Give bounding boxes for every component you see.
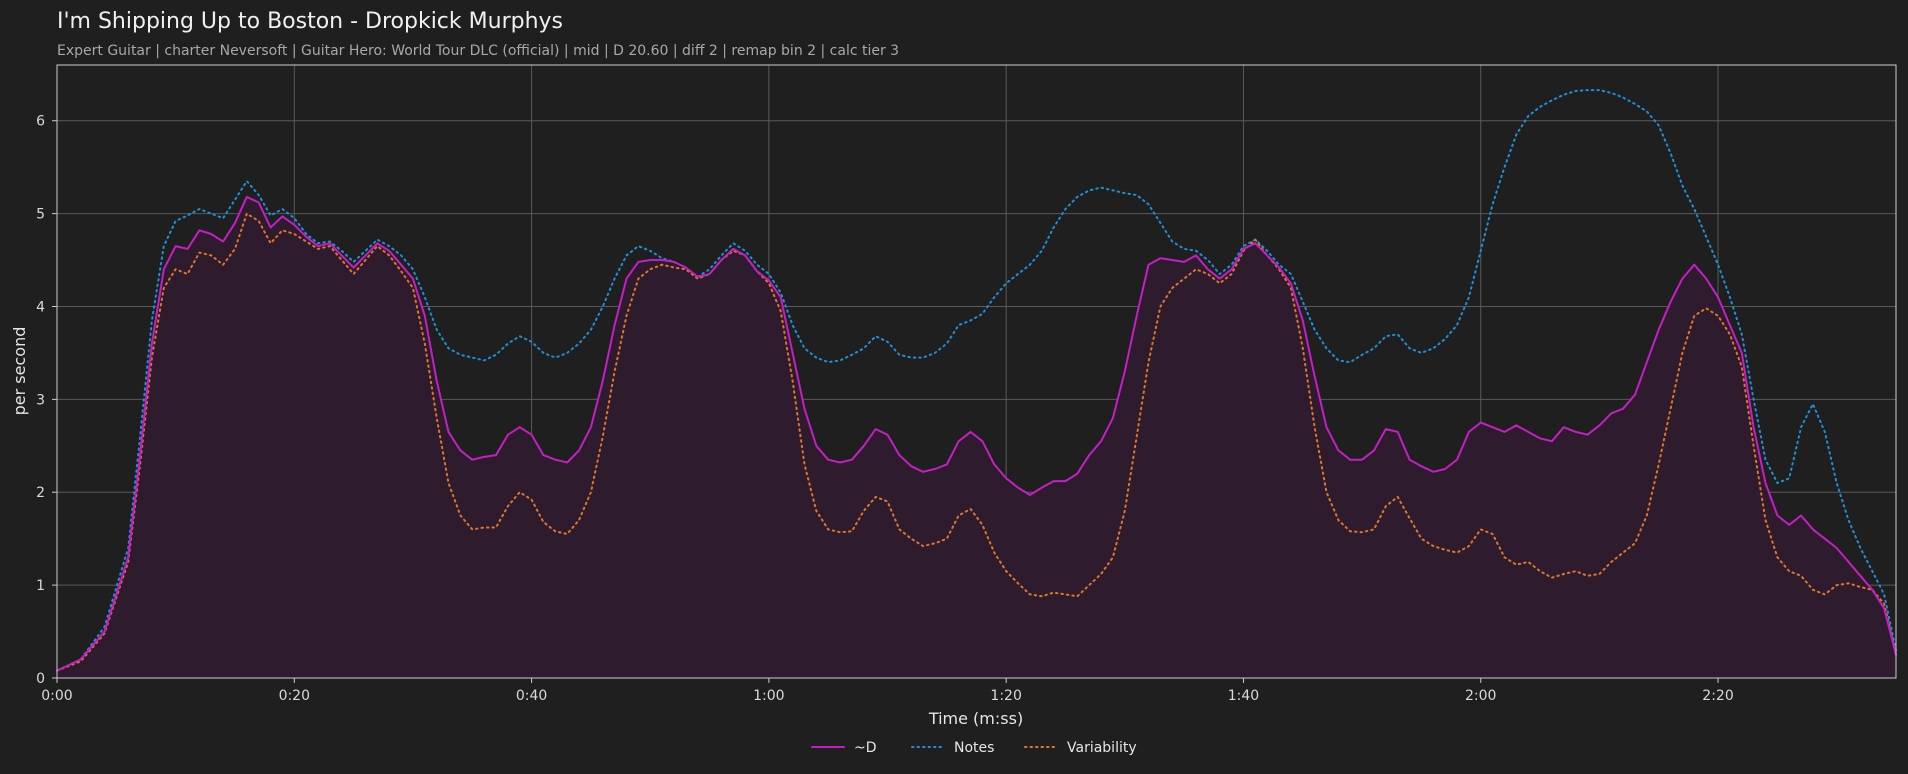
x-tick-label: 0:20 <box>279 688 310 704</box>
x-tick-label: 1:40 <box>1228 688 1259 704</box>
x-tick-label: 0:40 <box>516 688 547 704</box>
y-tick-label: 4 <box>36 299 45 315</box>
y-tick-label: 1 <box>36 578 45 594</box>
y-axis-label: per second <box>10 327 29 416</box>
x-tick-label: 2:20 <box>1702 688 1733 704</box>
x-tick-label: 0:00 <box>41 688 72 704</box>
legend-label-3: Variability <box>1067 740 1137 756</box>
plot-area: 0:00 0:20 0:40 1:00 1:20 1:40 2:00 2:20 0 1 2 3 4 5 6 <box>36 64 1897 704</box>
y-tick-label: 0 <box>36 671 45 687</box>
y-tick-label: 5 <box>36 207 45 223</box>
legend: ~D Notes Variability <box>811 740 1137 756</box>
y-tick-label: 6 <box>36 114 45 130</box>
x-tick-label: 1:20 <box>990 688 1021 704</box>
y-tick-label: 3 <box>36 392 45 408</box>
chart: I'm Shipping Up to Boston - Dropkick Mur… <box>0 0 1908 774</box>
x-tick-label: 2:00 <box>1465 688 1496 704</box>
x-axis-label: Time (m:ss) <box>928 709 1023 728</box>
legend-label-2: Notes <box>954 740 994 756</box>
legend-label-1: ~D <box>854 740 877 756</box>
x-tick-label: 1:00 <box>753 688 784 704</box>
chart-subtitle: Expert Guitar | charter Neversoft | Guit… <box>57 43 899 59</box>
y-tick-label: 2 <box>36 485 45 501</box>
chart-title: I'm Shipping Up to Boston - Dropkick Mur… <box>57 9 563 34</box>
